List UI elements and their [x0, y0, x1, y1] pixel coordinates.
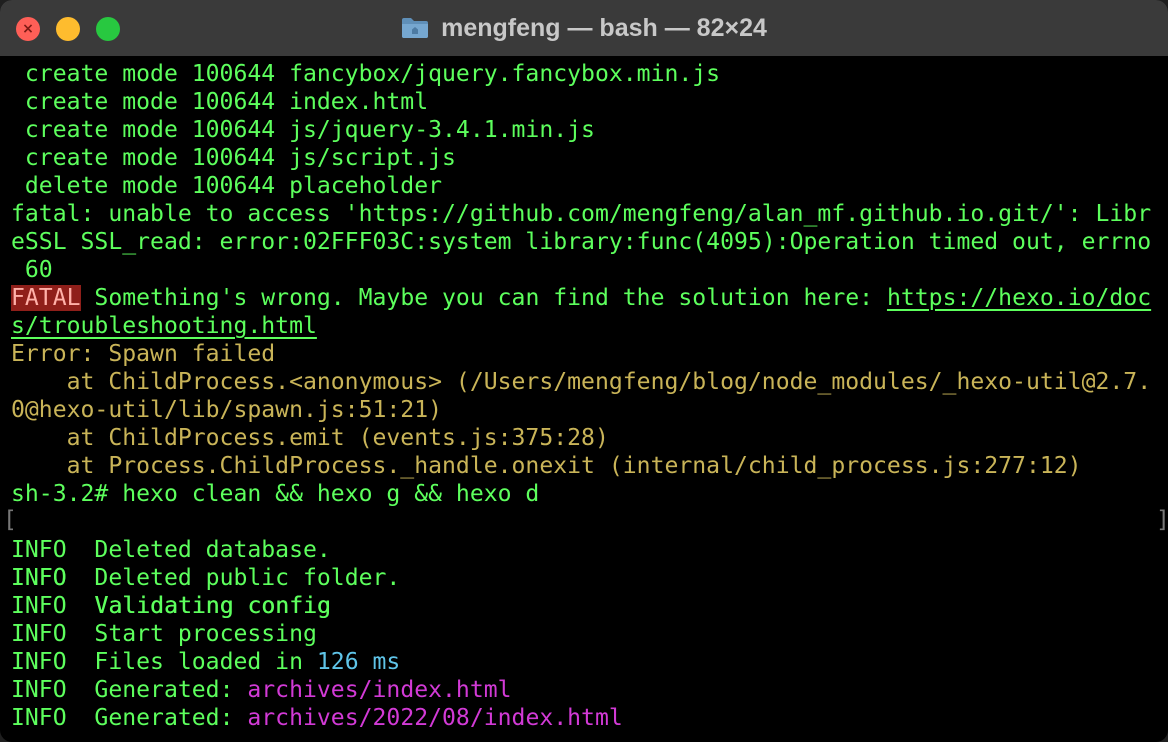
info-text: Generated:	[66, 705, 248, 731]
bracket-right: ]	[1156, 506, 1168, 534]
info-text: Deleted public folder.	[66, 565, 401, 591]
info-line-selected: [ INFO Validating config ]	[0, 506, 1168, 619]
title-bar[interactable]: × mengfeng — bash — 82×24	[0, 0, 1168, 57]
load-time-value: 126	[316, 649, 359, 675]
generated-path: archives/index.html	[247, 677, 512, 703]
fatal-link-line: s/troubleshooting.html	[11, 312, 317, 340]
info-level: INFO	[11, 649, 67, 675]
window-title: mengfeng — bash — 82×24	[441, 13, 767, 42]
terminal-output[interactable]: create mode 100644 fancybox/jquery.fancy…	[0, 58, 1168, 742]
info-level: INFO	[11, 705, 67, 731]
info-text: Validating config	[66, 593, 331, 619]
window-title-container: mengfeng — bash — 82×24	[0, 0, 1168, 56]
info-level: INFO	[11, 537, 67, 563]
error-line: Error: Spawn failed	[11, 341, 276, 367]
load-time-unit: ms	[358, 649, 401, 675]
fatal-git-line: fatal: unable to access 'https://github.…	[11, 201, 1152, 227]
fatal-git-line: eSSL SSL_read: error:02FFF03C:system lib…	[11, 229, 1152, 255]
output-line: create mode 100644 fancybox/jquery.fancy…	[11, 61, 721, 87]
info-line: INFO Deleted database.	[11, 536, 331, 564]
stack-trace-line: 0@hexo-util/lib/spawn.js:51:21)	[11, 397, 443, 423]
info-text: Deleted database.	[66, 537, 331, 563]
output-line: create mode 100644 js/script.js	[11, 145, 456, 171]
info-text: Generated:	[66, 677, 248, 703]
terminal-window: × mengfeng — bash — 82×24 create mode 10…	[0, 0, 1168, 742]
info-level: INFO	[11, 621, 67, 647]
info-line: INFO Start processing	[11, 620, 317, 648]
folder-icon	[401, 17, 429, 39]
stack-trace-line: at ChildProcess.emit (events.js:375:28)	[11, 425, 609, 451]
info-line: INFO Files loaded in 126 ms	[11, 648, 400, 676]
shell-prompt: sh-3.2# hexo clean && hexo g && hexo d	[11, 481, 540, 507]
info-line: INFO Generated: archives/2022/08/index.h…	[11, 704, 623, 732]
generated-path: archives/2022/08/index.html	[247, 705, 623, 731]
output-line: create mode 100644 js/jquery-3.4.1.min.j…	[11, 117, 595, 143]
fatal-message: Something's wrong. Maybe you can find th…	[80, 285, 887, 311]
troubleshooting-link[interactable]: https://hexo.io/doc	[887, 285, 1151, 311]
info-level: INFO	[11, 677, 67, 703]
fatal-message-line: FATAL Something's wrong. Maybe you can f…	[11, 284, 1151, 312]
info-level: INFO	[11, 565, 67, 591]
info-text: Start processing	[66, 621, 317, 647]
info-line: INFO Generated: archives/index.html	[11, 676, 512, 704]
info-line: INFO Validating config	[11, 592, 331, 620]
troubleshooting-link-continued[interactable]: s/troubleshooting.html	[11, 313, 317, 339]
fatal-git-line: 60	[11, 257, 53, 283]
info-line: INFO Deleted public folder.	[11, 564, 400, 592]
fatal-badge: FATAL	[11, 285, 81, 311]
output-line: create mode 100644 index.html	[11, 89, 429, 115]
info-text: Files loaded in	[66, 649, 317, 675]
output-line: delete mode 100644 placeholder	[11, 173, 443, 199]
stack-trace-line: at ChildProcess.<anonymous> (/Users/meng…	[11, 369, 1152, 395]
stack-trace-line: at Process.ChildProcess._handle.onexit (…	[11, 453, 1082, 479]
info-level: INFO	[11, 593, 67, 619]
bracket-left: [	[3, 507, 17, 533]
